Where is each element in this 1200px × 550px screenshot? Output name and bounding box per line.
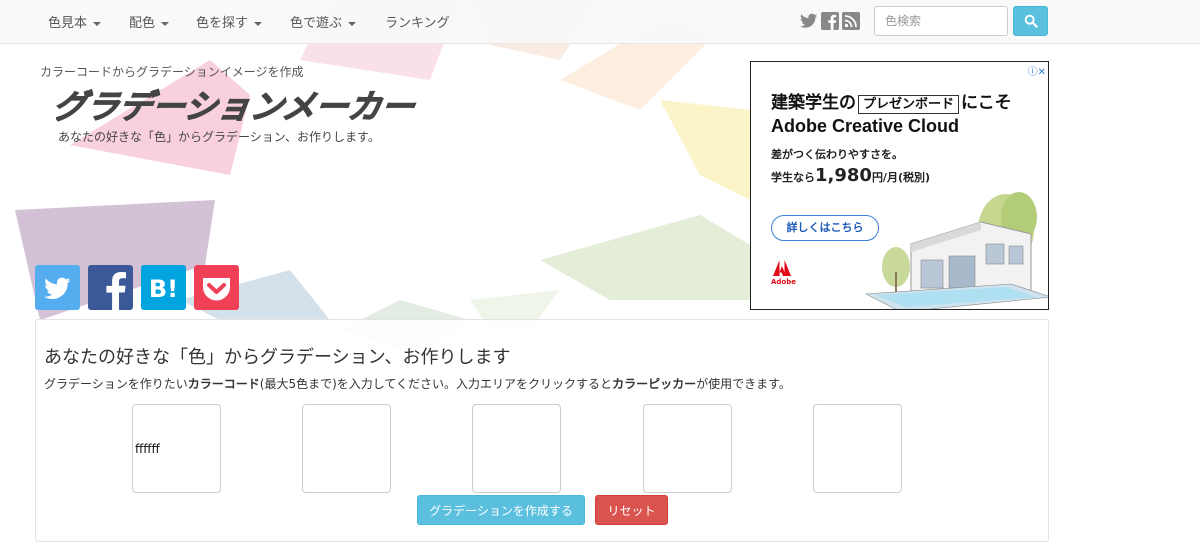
nav-item-ranking[interactable]: ランキング — [385, 12, 450, 31]
nav-label: 配色 — [129, 16, 156, 31]
nav-item-play-with-color[interactable]: 色で遊ぶ — [290, 12, 357, 31]
color-input-5[interactable] — [813, 404, 902, 493]
panel-description: グラデーションを作りたいカラーコード(最大5色まで)を入力してください。入力エリ… — [44, 375, 791, 392]
ad-line1-post: にこそ — [961, 93, 1012, 113]
desc-3: が使用できます。 — [696, 377, 791, 391]
advertisement-banner[interactable]: 建築学生の プレゼンボード にこそ Adobe Creative Cloud 差がつ… — [750, 61, 1049, 310]
house-illustration — [864, 192, 1048, 309]
hatena-label: B! — [149, 275, 178, 303]
logo-wordmark: グラデーションメーカー — [50, 87, 420, 127]
facebook-icon[interactable] — [821, 12, 839, 30]
adobe-logo-icon — [773, 260, 791, 276]
caret-down-icon — [348, 21, 357, 26]
reset-button[interactable]: リセット — [595, 495, 668, 525]
panel-title: あなたの好きな「色」からグラデーション、お作りします — [44, 347, 511, 368]
caret-down-icon — [161, 21, 170, 26]
ad-cta-button[interactable]: 詳しくはこちら — [771, 215, 879, 241]
ad-price-post: 円/月(税別) — [871, 171, 931, 184]
gradient-maker-panel: あなたの好きな「色」からグラデーション、お作りします グラデーションを作りたいカ… — [35, 319, 1049, 542]
ad-line1-boxed: プレゼンボード — [858, 95, 960, 114]
desc-bold-color-picker: カラーピッカー — [612, 377, 697, 391]
rss-icon[interactable] — [842, 12, 860, 30]
ad-price-pre: 学生なら — [771, 171, 815, 184]
nav-label: 色見本 — [48, 16, 88, 31]
ad-product-name: Adobe Creative Cloud — [771, 116, 960, 136]
ad-choices-close-icon[interactable]: ⓘ✕ — [1028, 63, 1046, 78]
site-tagline: カラーコードからグラデーションイメージを作成 — [40, 65, 304, 79]
ad-headline: 建築学生の プレゼンボード にこそ — [771, 88, 1012, 114]
ad-copy: 差がつく伝わりやすさを。 — [771, 148, 903, 161]
color-input-2[interactable] — [302, 404, 391, 493]
nav-item-color-scheme[interactable]: 配色 — [129, 12, 170, 31]
top-navbar: 色見本 配色 色を探す 色で遊ぶ ランキング — [0, 0, 1200, 44]
search-button[interactable] — [1013, 6, 1048, 36]
site-logo[interactable]: グラデーションメーカー — [50, 86, 436, 130]
pocket-share-button[interactable] — [194, 265, 239, 310]
ad-price-line: 学生なら1,980円/月(税別) — [771, 165, 930, 186]
color-input-1[interactable] — [132, 404, 221, 493]
logo-text: グラデーションメーカー — [56, 87, 419, 126]
ad-brand: Adobe — [771, 278, 796, 286]
nav-label: 色で遊ぶ — [290, 16, 343, 31]
twitter-share-button[interactable] — [35, 265, 80, 310]
twitter-icon — [44, 277, 71, 300]
hatena-bookmark-share-button[interactable]: B! — [141, 265, 186, 310]
hatena-bookmark-icon: B! — [149, 275, 178, 303]
pocket-icon — [203, 278, 230, 301]
desc-bold-color-code: カラーコード — [187, 377, 260, 391]
ad-price: 1,980 — [815, 165, 872, 186]
search-icon — [1024, 14, 1038, 28]
facebook-icon — [106, 272, 126, 310]
desc-1: グラデーションを作りたい — [44, 377, 188, 391]
create-gradient-button[interactable]: グラデーションを作成する — [417, 495, 585, 525]
twitter-icon[interactable] — [800, 12, 818, 30]
color-input-3[interactable] — [472, 404, 561, 493]
desc-2: (最大5色まで)を入力してください。入力エリアをクリックすると — [259, 377, 613, 391]
caret-down-icon — [254, 21, 263, 26]
color-search-input[interactable] — [874, 6, 1008, 36]
facebook-share-button[interactable] — [88, 265, 133, 310]
caret-down-icon — [93, 21, 102, 26]
site-subtitle: あなたの好きな「色」からグラデーション、お作りします。 — [58, 130, 380, 144]
nav-label: 色を探す — [196, 16, 249, 31]
color-input-4[interactable] — [643, 404, 732, 493]
nav-item-color-sample[interactable]: 色見本 — [48, 12, 102, 31]
ad-line1-pre: 建築学生の — [771, 93, 856, 113]
nav-item-find-color[interactable]: 色を探す — [196, 12, 263, 31]
nav-label: ランキング — [385, 16, 450, 31]
